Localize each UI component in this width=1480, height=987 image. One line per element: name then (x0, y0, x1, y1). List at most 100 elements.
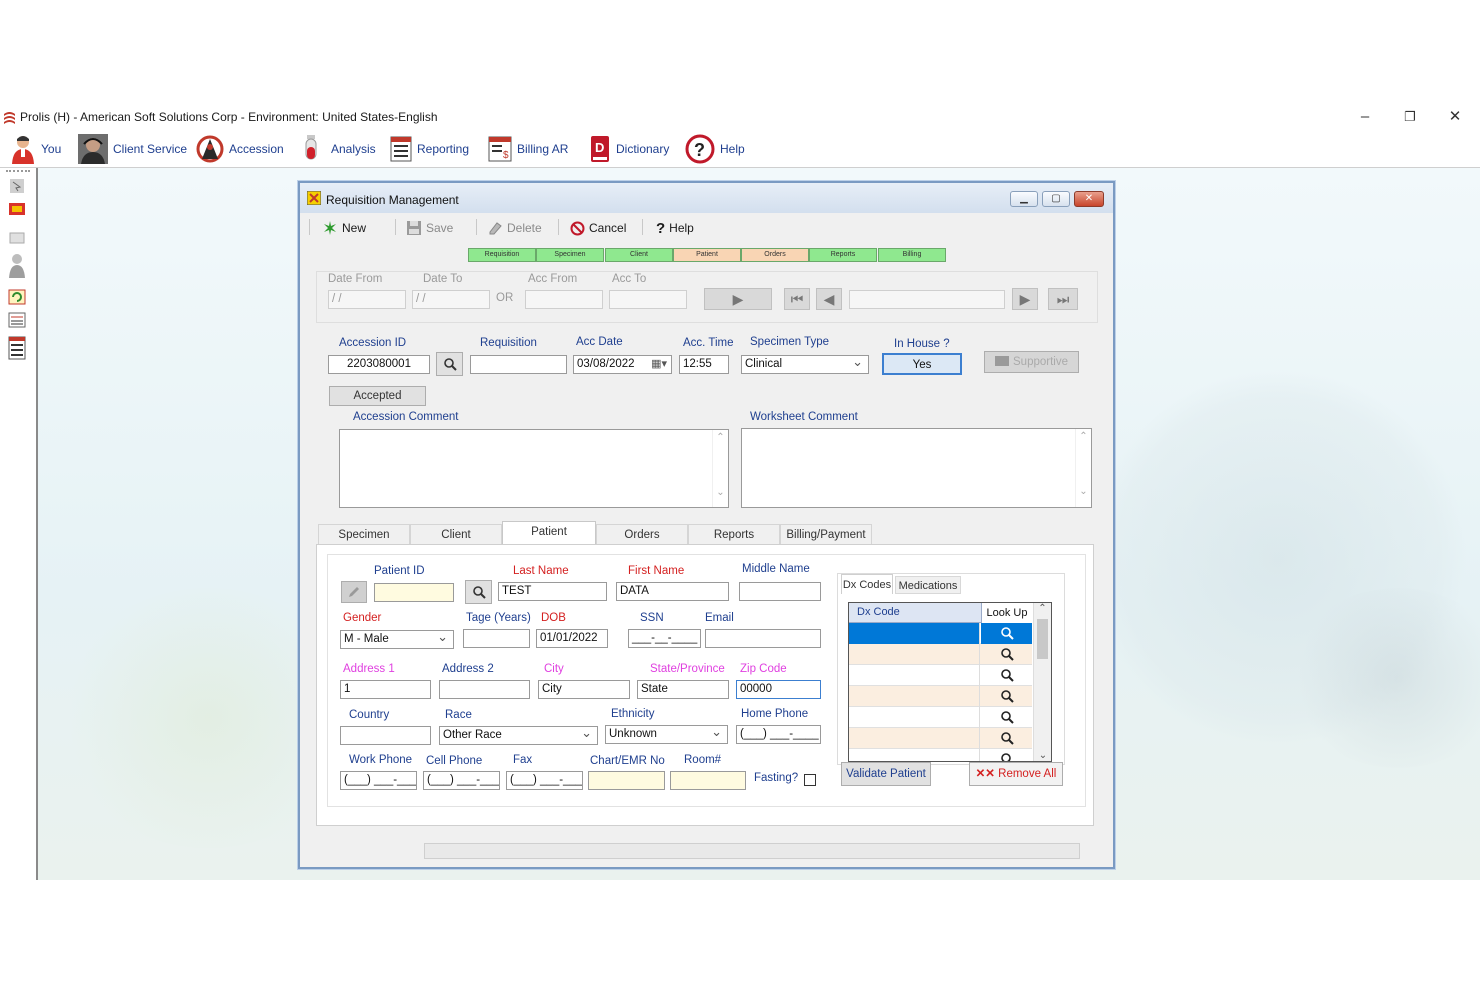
step-client[interactable]: Client (605, 248, 673, 262)
menu-dictionary[interactable]: D Dictionary (589, 134, 669, 164)
step-patient[interactable]: Patient (673, 248, 741, 262)
textarea-scrollbar[interactable]: ⌃ ⌄ (712, 430, 728, 507)
accession-search-button[interactable] (436, 352, 463, 376)
zip-code-input[interactable]: 00000 (736, 680, 821, 699)
dx-grid-row[interactable] (849, 644, 1032, 665)
dx-code-cell[interactable] (849, 728, 980, 749)
scroll-up-arrow[interactable]: ⌃ (1034, 603, 1051, 614)
race-select[interactable]: Other Race (439, 726, 598, 745)
tab-billing-payment[interactable]: Billing/Payment (780, 524, 872, 544)
search-play-button[interactable]: ▶ (704, 288, 772, 310)
acc-time-input[interactable]: 12:55 (679, 355, 729, 374)
middle-name-input[interactable] (739, 582, 821, 601)
cancel-button[interactable]: Cancel (570, 217, 626, 239)
ethnicity-select[interactable]: Unknown (605, 725, 728, 744)
close-button[interactable]: ✕ (1440, 107, 1470, 127)
date-from-input[interactable]: / / (328, 290, 406, 309)
tab-patient[interactable]: Patient (502, 521, 596, 545)
gender-select[interactable]: M - Male (340, 630, 454, 649)
dx-code-cell[interactable] (849, 749, 980, 761)
menu-client-service[interactable]: Client Service (78, 134, 187, 164)
step-specimen[interactable]: Specimen (536, 248, 604, 262)
step-reports[interactable]: Reports (809, 248, 877, 262)
address2-input[interactable] (439, 680, 530, 699)
address1-input[interactable]: 1 (340, 680, 431, 699)
menu-help[interactable]: ? Help (685, 134, 745, 164)
step-requisition[interactable]: Requisition (468, 248, 536, 262)
worksheet-comment-textarea[interactable]: ⌃ ⌄ (741, 428, 1092, 508)
menu-analysis[interactable]: Analysis (302, 134, 376, 164)
step-orders[interactable]: Orders (741, 248, 809, 262)
specimen-type-select[interactable]: Clinical (741, 355, 869, 374)
restore-button[interactable]: ❐ (1395, 107, 1425, 127)
room-input[interactable] (670, 771, 746, 790)
dx-grid-row[interactable] (849, 686, 1032, 707)
cell-phone-input[interactable]: (___) ___-____ (423, 771, 500, 790)
dx-code-cell[interactable] (849, 665, 980, 686)
lookup-magnifier-icon[interactable] (981, 623, 1032, 644)
acc-from-input[interactable] (525, 290, 603, 309)
lookup-magnifier-icon[interactable] (981, 728, 1032, 749)
menu-accession[interactable]: Accession (196, 134, 284, 164)
requisition-input[interactable] (470, 355, 567, 374)
dx-code-cell[interactable] (849, 623, 980, 644)
window-maximize-button[interactable]: ▢ (1042, 191, 1070, 207)
mail-icon[interactable] (8, 230, 26, 246)
tab-client[interactable]: Client (410, 524, 502, 544)
dob-input[interactable]: 01/01/2022 (536, 629, 608, 648)
dx-code-cell[interactable] (849, 707, 980, 728)
date-to-input[interactable]: / / (412, 290, 490, 309)
acc-date-input[interactable]: 03/08/2022 ▦▾ (573, 355, 672, 374)
ssn-input[interactable]: ___-__-____ (628, 629, 701, 648)
home-phone-input[interactable]: (___) ___-____ (736, 725, 821, 744)
validate-patient-button[interactable]: Validate Patient (841, 762, 931, 786)
save-button[interactable]: Save (406, 217, 453, 239)
email-input[interactable] (705, 629, 821, 648)
tab-dx-codes[interactable]: Dx Codes (841, 574, 893, 594)
last-record-button[interactable]: ⏭ (1048, 288, 1078, 310)
dx-code-cell[interactable] (849, 686, 980, 707)
minimize-button[interactable]: – (1350, 107, 1380, 127)
lookup-magnifier-icon[interactable] (981, 665, 1032, 686)
lookup-magnifier-icon[interactable] (981, 644, 1032, 665)
state-input[interactable]: State (637, 680, 729, 699)
patient-shortcut-icon[interactable] (8, 252, 26, 278)
previous-record-button[interactable]: ◀ (816, 288, 842, 310)
supportive-button[interactable]: Supportive (984, 351, 1079, 373)
dx-grid-scrollbar[interactable]: ⌃ ⌄ (1033, 603, 1051, 761)
scroll-thumb[interactable] (1037, 619, 1048, 659)
step-billing[interactable]: Billing (878, 248, 946, 262)
new-button[interactable]: New (322, 217, 366, 239)
window-minimize-button[interactable]: ▁ (1010, 191, 1038, 207)
tab-orders[interactable]: Orders (596, 524, 688, 544)
patient-id-input[interactable] (374, 583, 454, 602)
tab-medications[interactable]: Medications (895, 576, 961, 594)
lookup-magnifier-icon[interactable] (981, 707, 1032, 728)
tage-input[interactable] (463, 629, 530, 648)
tab-specimen[interactable]: Specimen (318, 524, 410, 544)
dx-code-cell[interactable] (849, 644, 980, 665)
last-name-input[interactable]: TEST (498, 582, 607, 601)
worksheet-icon[interactable] (8, 312, 26, 328)
window-titlebar[interactable]: Requisition Management ▁ ▢ ✕ (300, 183, 1113, 213)
menu-reporting[interactable]: Reporting (390, 134, 469, 164)
lookup-magnifier-icon[interactable] (981, 686, 1032, 707)
dx-grid-row[interactable] (849, 728, 1032, 749)
work-phone-input[interactable]: (___) ___-____ (340, 771, 417, 790)
pointer-icon[interactable] (8, 178, 26, 194)
dx-grid-row[interactable] (849, 623, 1032, 644)
lookup-magnifier-icon[interactable] (981, 749, 1032, 761)
first-name-input[interactable]: DATA (616, 582, 729, 601)
menu-you[interactable]: You (10, 134, 61, 164)
patient-edit-button[interactable] (341, 581, 367, 603)
patient-search-button[interactable] (465, 580, 492, 604)
acc-to-input[interactable] (609, 290, 687, 309)
in-house-toggle-button[interactable]: Yes (882, 353, 962, 375)
chart-emr-input[interactable] (588, 771, 665, 790)
first-record-button[interactable]: ⏮ (784, 288, 810, 310)
dx-grid-row[interactable] (849, 665, 1032, 686)
country-input[interactable] (340, 726, 431, 745)
fasting-checkbox[interactable] (804, 774, 816, 786)
menu-billing-ar[interactable]: $ Billing AR (488, 134, 568, 164)
accession-id-input[interactable]: 2203080001 (328, 355, 430, 374)
